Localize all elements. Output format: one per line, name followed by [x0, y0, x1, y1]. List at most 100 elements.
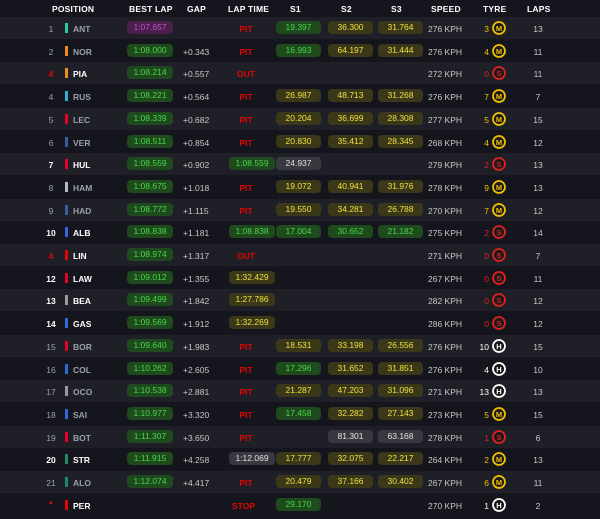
- driver-code[interactable]: STR: [73, 455, 90, 465]
- lap-count: 13: [533, 160, 543, 171]
- soft-tyre-icon: S: [492, 248, 506, 262]
- tyre-age: 5: [484, 409, 489, 420]
- team-color-bar: [65, 431, 68, 442]
- table-row[interactable]: 4 RUS 1:08.221 +0.564 PIT 26.987 48.713 31.268 2…: [0, 85, 600, 108]
- header-position[interactable]: POSITION: [52, 4, 94, 14]
- sector-s2-time: 36.699: [328, 111, 373, 125]
- best-lap-time: 1:07.657: [127, 21, 173, 34]
- driver-code[interactable]: BOT: [73, 433, 91, 443]
- header-s1[interactable]: S1: [290, 4, 301, 14]
- team-color-bar: [65, 272, 68, 283]
- driver-code[interactable]: HUL: [73, 160, 90, 170]
- tyre-age: 7: [484, 205, 489, 216]
- sector-s1-time: 19.072: [276, 179, 321, 193]
- gap-value: +4.417: [183, 478, 210, 488]
- header-laps[interactable]: LAPS: [527, 4, 550, 14]
- table-row[interactable]: 15 BOR 1:09.640 +1.983 PIT 18.531 33.198 26.556…: [0, 334, 600, 357]
- team-color-bar: [65, 159, 68, 170]
- table-row[interactable]: 4 LIN 1:08.974 +1.317 OUT 271 KPH 0 S 7: [0, 244, 600, 266]
- table-row[interactable]: 19 BOT 1:11.307 +3.650 PIT 81.301 63.168 278 KP…: [0, 425, 600, 448]
- driver-code[interactable]: ALB: [73, 228, 90, 238]
- header-best-lap[interactable]: BEST LAP: [129, 4, 173, 14]
- driver-code[interactable]: GAS: [73, 319, 91, 329]
- sector-s2-time: 40.941: [328, 179, 373, 193]
- table-row[interactable]: 18 SAI 1:10.977 +3.320 PIT 17.458 32.282 27.143…: [0, 402, 600, 425]
- table-row[interactable]: 1 ANT 1:07.657 PIT 19.397 36.300 31.764 276 KPH…: [0, 17, 600, 39]
- table-row[interactable]: 17 OCO 1:10.538 +2.881 PIT 21.287 47.203 31.096…: [0, 380, 600, 403]
- sector-s1-time: 17.004: [276, 225, 321, 239]
- driver-code[interactable]: ALO: [73, 478, 91, 488]
- driver-code[interactable]: BEA: [73, 296, 91, 306]
- table-row[interactable]: 6 VER 1:08.511 +0.854 PIT 20.830 35.412 28.345 2…: [0, 130, 600, 153]
- pit-status: PIT: [239, 364, 253, 375]
- position-number: 21: [46, 478, 56, 488]
- pit-status: PIT: [239, 92, 253, 103]
- tyre-age: 2: [484, 228, 489, 239]
- lap-time: 1:32.269: [229, 316, 275, 330]
- speed-trap: 282 KPH: [428, 296, 463, 307]
- lap-count: 6: [535, 432, 541, 443]
- sector-s3-time: 31.764: [378, 21, 423, 34]
- header-gap[interactable]: GAP: [187, 4, 206, 14]
- lap-count: 7: [535, 251, 541, 261]
- table-row[interactable]: 12 LAW 1:09.012 +1.355 1:32.429 267 KPH 0 S 11: [0, 266, 600, 289]
- table-row[interactable]: ▪ PER STOP 29.170 270 KPH 1 H 2: [0, 493, 600, 516]
- header-s2[interactable]: S2: [341, 4, 352, 14]
- driver-code[interactable]: LAW: [73, 274, 92, 284]
- position-number: 14: [46, 319, 56, 330]
- driver-code[interactable]: NOR: [73, 47, 92, 57]
- driver-code[interactable]: LIN: [73, 251, 87, 261]
- team-color-bar: [65, 295, 68, 306]
- table-row[interactable]: 5 LEC 1:08.339 +0.682 PIT 20.204 36.699 28.308 2…: [0, 107, 600, 130]
- lap-count: 11: [533, 273, 543, 284]
- tyre-age: 2: [484, 160, 489, 171]
- tyre-age: 0: [484, 319, 489, 330]
- driver-code[interactable]: HAM: [73, 183, 92, 193]
- driver-code[interactable]: PER: [73, 501, 90, 511]
- team-color-bar: [65, 68, 68, 79]
- driver-code[interactable]: SAI: [73, 410, 87, 420]
- driver-code[interactable]: BOR: [73, 342, 92, 352]
- tyre-age: 13: [479, 387, 489, 398]
- table-row[interactable]: 9 HAD 1:08.772 +1.115 PIT 19.550 34.281 26.788 2…: [0, 198, 600, 221]
- table-row[interactable]: 4 PIA 1:08.214 +0.557 OUT 272 KPH 0 S 11: [0, 62, 600, 85]
- lap-time: 1:08.559: [229, 157, 275, 171]
- speed-trap: 268 KPH: [428, 137, 463, 148]
- best-lap-time: 1:08.559: [127, 157, 173, 171]
- table-row[interactable]: 20 STR 1:11.915 +4.258 1:12.069 17.777 32.075 2…: [0, 448, 600, 471]
- position-number: 10: [46, 228, 56, 239]
- speed-trap: 278 KPH: [428, 182, 463, 193]
- table-row[interactable]: 21 ALO 1:12.074 +4.417 PIT 20.479 37.166 30.402…: [0, 471, 600, 493]
- table-row[interactable]: 13 BEA 1:09.499 +1.842 1:27.786 282 KPH 0 S 12: [0, 289, 600, 312]
- driver-code[interactable]: PIA: [73, 69, 87, 79]
- table-row[interactable]: 14 GAS 1:09.569 +1.912 1:32.269 286 KPH 0 S 12: [0, 312, 600, 335]
- sector-s1-time: 19.397: [276, 21, 321, 34]
- speed-trap: 271 KPH: [428, 251, 463, 261]
- svg-text:H: H: [496, 365, 501, 374]
- table-row[interactable]: 8 HAM 1:08.675 +1.018 PIT 19.072 40.941 31.976 2…: [0, 175, 600, 198]
- table-row[interactable]: 16 COL 1:10.262 +2.605 PIT 17.296 31.652 31.851…: [0, 357, 600, 380]
- sector-s1-time: 16.993: [276, 43, 321, 57]
- lap-count: 13: [533, 455, 543, 466]
- driver-code[interactable]: COL: [73, 365, 91, 375]
- position-number: 13: [46, 296, 56, 307]
- position-number: 17: [46, 387, 56, 398]
- pit-status: PIT: [239, 114, 253, 125]
- table-row[interactable]: 2 NOR 1:08.000 +0.343 PIT 16.993 64.197 31.444 2…: [0, 39, 600, 62]
- best-lap-time: 1:11.307: [127, 429, 173, 443]
- header-lap-time[interactable]: LAP TIME: [228, 4, 269, 14]
- team-color-bar: [65, 45, 68, 56]
- table-row[interactable]: 7 HUL 1:08.559 +0.902 1:08.559 24.937 279 KPH 2…: [0, 153, 600, 176]
- driver-code[interactable]: LEC: [73, 115, 90, 125]
- driver-code[interactable]: VER: [73, 138, 90, 148]
- driver-code[interactable]: OCO: [73, 387, 92, 397]
- driver-code[interactable]: ANT: [73, 24, 90, 34]
- table-row[interactable]: 10 ALB 1:08.838 +1.181 1:08.838 17.004 30.652 2…: [0, 221, 600, 244]
- driver-code[interactable]: HAD: [73, 206, 91, 216]
- driver-code[interactable]: RUS: [73, 92, 91, 102]
- tyre-age: 9: [484, 182, 489, 193]
- header-tyre[interactable]: TYRE: [483, 4, 506, 14]
- header-speed[interactable]: SPEED: [431, 4, 461, 14]
- header-s3[interactable]: S3: [391, 4, 402, 14]
- best-lap-time: 1:09.569: [127, 316, 173, 330]
